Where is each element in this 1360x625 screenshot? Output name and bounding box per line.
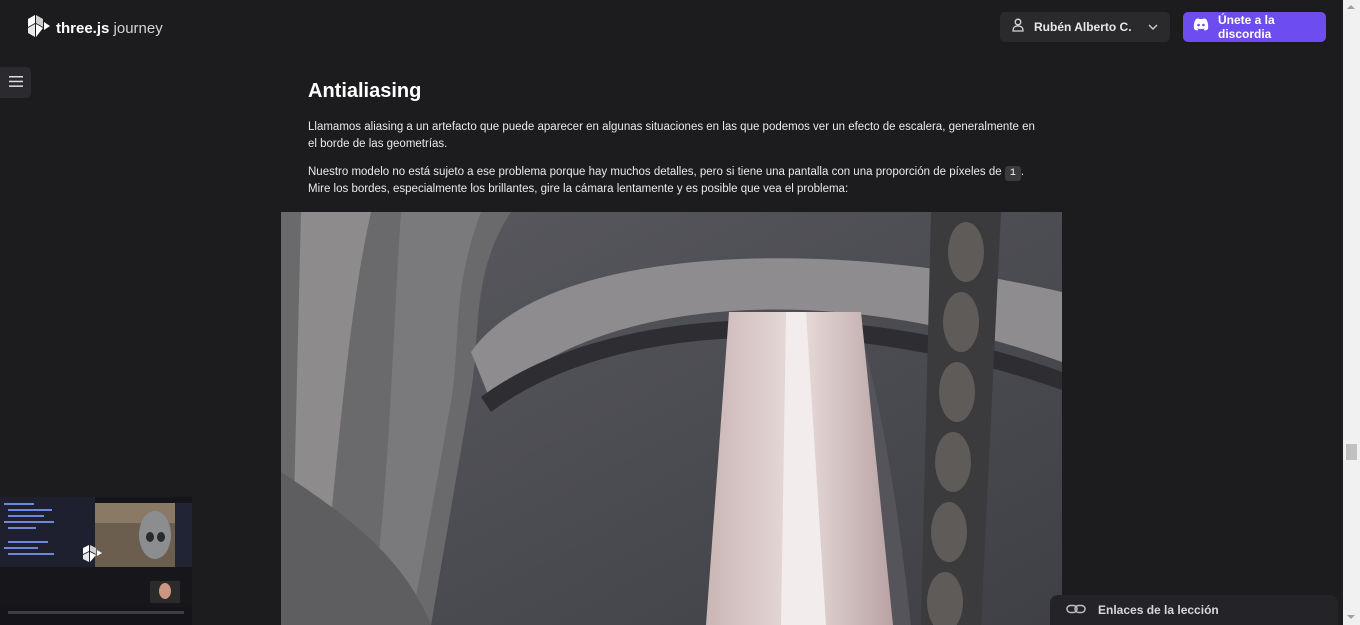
section-title: Antialiasing (308, 80, 422, 102)
hamburger-menu-icon (8, 74, 23, 92)
user-name: Rubén Alberto C. (1034, 20, 1132, 34)
paragraph-text: Nuestro modelo no está sujeto a ese prob… (308, 166, 1005, 178)
aliasing-example-image (281, 212, 1062, 625)
lesson-links-label: Enlaces de la lección (1098, 603, 1219, 617)
mini-video-player[interactable] (0, 497, 192, 625)
discord-label: Únete a la discordia (1218, 13, 1275, 41)
lesson-article: Antialiasing Llamamos aliasing a un arte… (308, 78, 1043, 195)
join-discord-button[interactable]: Únete a la discordia (1183, 12, 1326, 42)
paragraph: Nuestro modelo no está sujeto a ese prob… (308, 164, 1043, 198)
logo-text: three.js journey (56, 20, 163, 37)
lesson-links-panel[interactable]: Enlaces de la lección (1050, 595, 1338, 625)
user-icon (1012, 18, 1024, 37)
page-scrollbar[interactable] (1343, 0, 1360, 625)
site-logo[interactable]: three.js journey (26, 14, 163, 43)
scroll-down-arrow[interactable] (1347, 615, 1355, 619)
scroll-up-arrow[interactable] (1347, 5, 1355, 9)
link-icon (1066, 601, 1086, 619)
threejs-journey-logo-icon (26, 14, 50, 43)
inline-code: 1 (1004, 166, 1021, 181)
chevron-down-icon (1148, 18, 1158, 36)
page: three.js journey Rubén Alberto C. Únete … (0, 0, 1360, 625)
paragraph: Llamamos aliasing a un artefacto que pue… (308, 121, 1035, 150)
sidebar-menu-button[interactable] (0, 67, 31, 98)
discord-icon (1193, 18, 1209, 36)
scrollbar-thumb[interactable] (1346, 444, 1357, 460)
user-menu-button[interactable]: Rubén Alberto C. (1000, 12, 1170, 42)
